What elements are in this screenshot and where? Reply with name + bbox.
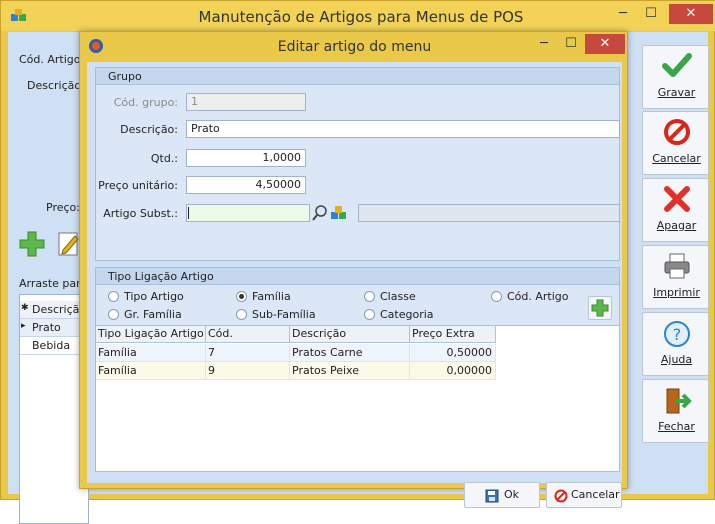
artigo-subst-field[interactable] xyxy=(186,204,310,222)
radio-gr-familia[interactable] xyxy=(108,309,119,320)
search-icon[interactable] xyxy=(311,204,329,222)
main-title-bar: Manutenção de Artigos para Menus de POS … xyxy=(1,1,715,31)
qtd-field[interactable]: 1,0000 xyxy=(186,149,306,167)
descricao-label: Descrição: xyxy=(27,79,85,92)
grupo-group: Grupo Cód. grupo: 1 Descrição: Prato Qtd… xyxy=(95,67,620,261)
gravar-button[interactable]: Gravar xyxy=(642,45,709,109)
table-row[interactable]: Família 9 Pratos Peixe 0,00000 xyxy=(96,362,496,380)
list-item-label: Descrição xyxy=(32,303,87,316)
ok-button[interactable]: Ok xyxy=(464,482,540,508)
descricao-field[interactable]: Prato xyxy=(186,120,620,138)
apagar-button[interactable]: Apagar xyxy=(642,178,709,242)
radio-categoria-label: Categoria xyxy=(380,308,434,321)
radio-familia-label: Família xyxy=(252,290,291,303)
preco-label: Preço: xyxy=(46,201,80,214)
radio-classe-label: Classe xyxy=(380,290,416,303)
svg-text:?: ? xyxy=(672,325,681,344)
dialog-minimize-button[interactable]: ─ xyxy=(530,34,558,54)
artigo-subst-description xyxy=(358,204,620,222)
current-row-marker: ▸ xyxy=(21,321,26,331)
imprimir-label: Imprimir xyxy=(653,286,700,299)
col-header-cod[interactable]: Cód. xyxy=(206,326,290,343)
cancelar-label: Cancelar xyxy=(652,152,701,165)
col-header-tipo[interactable]: Tipo Ligação Artigo xyxy=(96,326,206,343)
arraste-label: Arraste para xyxy=(19,277,88,290)
radio-categoria[interactable] xyxy=(364,309,375,320)
table-row[interactable]: Família 7 Pratos Carne 0,50000 xyxy=(96,344,496,362)
tipo-ligacao-group: Tipo Ligação Artigo Tipo Artigo Família … xyxy=(95,267,620,472)
plus-icon xyxy=(591,299,609,317)
exit-door-icon xyxy=(643,386,710,414)
tipo-ligacao-title: Tipo Ligação Artigo xyxy=(96,268,619,285)
col-header-descricao[interactable]: Descrição xyxy=(290,326,410,343)
printer-icon xyxy=(643,252,710,280)
ajuda-label: Ajuda xyxy=(660,353,693,366)
cell-tipo: Família xyxy=(96,362,206,380)
fechar-label: Fechar xyxy=(658,420,695,433)
list-item[interactable]: ✱ Descrição xyxy=(20,301,88,319)
cell-preco-extra: 0,50000 xyxy=(410,344,496,362)
list-item[interactable]: Bebida xyxy=(20,337,88,355)
add-link-button[interactable] xyxy=(588,296,612,320)
col-header-preco-extra[interactable]: Preço Extra xyxy=(410,326,496,343)
radio-sub-familia-label: Sub-Família xyxy=(252,308,316,321)
list-item-label: Bebida xyxy=(32,339,71,352)
links-grid[interactable]: Tipo Ligação Artigo Cód. Descrição Preço… xyxy=(96,325,619,471)
main-window-title: Manutenção de Artigos para Menus de POS xyxy=(198,8,524,26)
radio-gr-familia-label: Gr. Família xyxy=(124,308,182,321)
text-cursor xyxy=(188,207,189,219)
checkmark-icon xyxy=(643,52,710,80)
cell-cod: 9 xyxy=(206,362,290,380)
list-item[interactable]: ▸ Prato xyxy=(20,319,88,337)
delete-x-icon xyxy=(643,185,710,213)
dialog-maximize-button[interactable]: ☐ xyxy=(557,34,585,54)
artigo-subst-label: Artigo Subst.: xyxy=(103,207,178,220)
cancel-icon xyxy=(643,118,710,146)
app-icon xyxy=(11,9,27,23)
cod-grupo-label: Cód. grupo: xyxy=(113,96,178,109)
main-close-button[interactable]: ✕ xyxy=(669,4,713,24)
cell-cod: 7 xyxy=(206,344,290,362)
descricao-field-label: Descrição: xyxy=(120,123,178,136)
cod-grupo-field: 1 xyxy=(186,93,306,111)
radio-cod-artigo-label: Cód. Artigo xyxy=(507,290,569,303)
main-minimize-button[interactable]: ─ xyxy=(609,4,637,24)
cancelar-button[interactable]: Cancelar xyxy=(546,482,622,508)
list-item-label: Prato xyxy=(32,321,61,334)
edit-dialog: Editar artigo do menu ─ ☐ ✕ Grupo Cód. g… xyxy=(79,31,628,508)
preco-unitario-field[interactable]: 4,50000 xyxy=(186,176,306,194)
preco-unitario-label: Preço unitário: xyxy=(98,179,178,192)
cancelar-button-label: Cancelar xyxy=(571,488,620,501)
cell-preco-extra: 0,00000 xyxy=(410,362,496,380)
cell-descricao: Pratos Peixe xyxy=(290,362,410,380)
grupo-title: Grupo xyxy=(96,68,619,85)
radio-cod-artigo[interactable] xyxy=(491,291,502,302)
main-maximize-button[interactable]: ☐ xyxy=(637,4,665,24)
dialog-client-area: Grupo Cód. grupo: 1 Descrição: Prato Qtd… xyxy=(87,62,622,508)
dialog-close-button[interactable]: ✕ xyxy=(585,34,625,54)
cell-descricao: Pratos Carne xyxy=(290,344,410,362)
fechar-button[interactable]: Fechar xyxy=(642,379,709,443)
gravar-label: Gravar xyxy=(657,86,696,99)
cell-tipo: Família xyxy=(96,344,206,362)
ajuda-button[interactable]: ? Ajuda xyxy=(642,312,709,376)
imprimir-button[interactable]: Imprimir xyxy=(642,245,709,309)
add-icon[interactable] xyxy=(18,230,46,258)
radio-sub-familia[interactable] xyxy=(236,309,247,320)
radio-classe[interactable] xyxy=(364,291,375,302)
articles-lookup-icon[interactable] xyxy=(330,204,348,222)
qtd-label: Qtd.: xyxy=(150,152,178,165)
radio-tipo-artigo[interactable] xyxy=(108,291,119,302)
radio-familia[interactable] xyxy=(236,291,247,302)
radio-tipo-artigo-label: Tipo Artigo xyxy=(124,290,184,303)
apagar-label: Apagar xyxy=(656,219,697,232)
ok-label: Ok xyxy=(504,488,520,501)
new-row-marker: ✱ xyxy=(21,303,29,313)
help-icon: ? xyxy=(643,319,710,347)
cancelar-toolbar-button[interactable]: Cancelar xyxy=(642,111,709,175)
cod-artigo-label: Cód. Artigo: xyxy=(19,53,85,66)
